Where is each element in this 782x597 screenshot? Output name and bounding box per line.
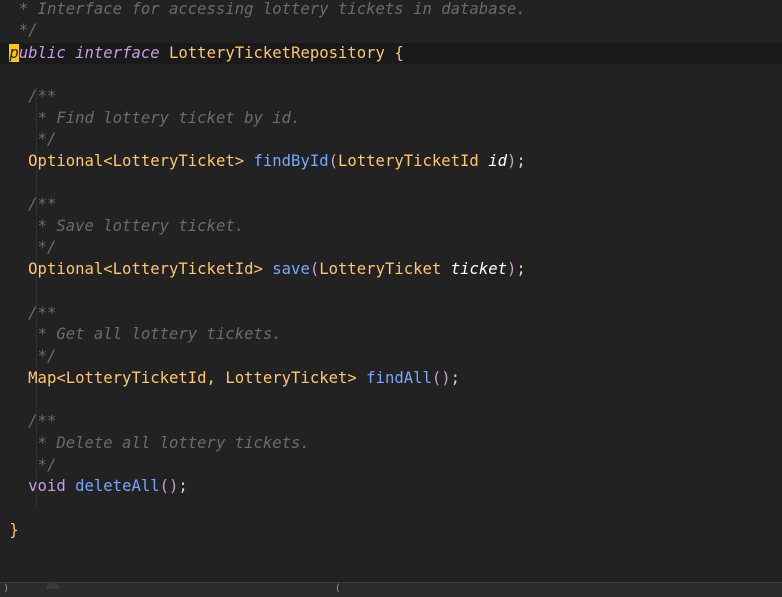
code-line: */	[0, 346, 782, 367]
method-name: findById	[253, 152, 329, 170]
brace: {	[394, 44, 404, 62]
current-line: public interface LotteryTicketRepository…	[0, 43, 782, 64]
doc-comment: /**	[28, 195, 57, 213]
paren: ()	[159, 477, 179, 495]
paren: (	[328, 152, 338, 170]
doc-comment: */	[37, 347, 57, 365]
doc-comment: * Save lottery ticket.	[37, 217, 245, 235]
doc-comment: * Get all lottery tickets.	[37, 325, 282, 343]
doc-comment: */	[37, 130, 57, 148]
param-type: LotteryTicket	[319, 260, 442, 278]
code-line: }	[0, 520, 782, 541]
code-line: * Save lottery ticket.	[0, 216, 782, 237]
return-type: Optional	[28, 152, 104, 170]
paren: )	[507, 152, 517, 170]
keyword: interface	[75, 44, 160, 62]
generic-type: <LotteryTicket>	[103, 152, 245, 170]
status-bar: ) (	[0, 582, 782, 597]
doc-comment: */	[37, 456, 57, 474]
method-name: deleteAll	[75, 477, 160, 495]
text-cursor: p	[9, 44, 19, 62]
code-line: */	[0, 129, 782, 150]
code-line: * Delete all lottery tickets.	[0, 433, 782, 454]
code-line: Map<LotteryTicketId, LotteryTicket> find…	[0, 368, 782, 389]
paren: ()	[431, 369, 451, 387]
code-line: * Find lottery ticket by id.	[0, 108, 782, 129]
generic-type: <LotteryTicketId>	[103, 260, 263, 278]
code-line: * Get all lottery tickets.	[0, 324, 782, 345]
doc-comment: * Find lottery ticket by id.	[37, 109, 301, 127]
generic-type: <LotteryTicketId, LotteryTicket>	[56, 369, 357, 387]
doc-comment: * Interface for accessing lottery ticket…	[18, 0, 526, 18]
param-name: ticket	[450, 260, 508, 278]
code-editor[interactable]: * Interface for accessing lottery ticket…	[0, 0, 782, 582]
code-line: void deleteAll();	[0, 476, 782, 497]
doc-comment: /**	[28, 304, 57, 322]
code-line: Optional<LotteryTicket> findById(Lottery…	[0, 151, 782, 172]
method-name: save	[272, 260, 310, 278]
code-line: /**	[0, 303, 782, 324]
method-name: findAll	[366, 369, 432, 387]
code-line: */	[0, 237, 782, 258]
code-line: */	[0, 455, 782, 476]
keyword: void	[28, 477, 66, 495]
doc-comment: */	[18, 21, 38, 39]
doc-comment: */	[37, 238, 57, 256]
code-line: */	[0, 20, 782, 41]
keyword: ublic	[18, 44, 66, 62]
doc-comment: /**	[28, 412, 57, 430]
semicolon: ;	[516, 260, 526, 278]
semicolon: ;	[178, 477, 188, 495]
status-indicator-icon	[46, 583, 60, 589]
param-type: LotteryTicketId	[338, 152, 479, 170]
code-line: * Interface for accessing lottery ticket…	[0, 0, 782, 20]
doc-comment: /**	[28, 87, 57, 105]
semicolon: ;	[450, 369, 461, 387]
closing-brace: }	[9, 521, 19, 539]
code-line: /**	[0, 411, 782, 432]
interface-name: LotteryTicketRepository	[169, 44, 385, 62]
paren: )	[507, 260, 517, 278]
param-name: id	[488, 152, 507, 170]
code-line: Optional<LotteryTicketId> save(LotteryTi…	[0, 259, 782, 280]
paren: (	[309, 260, 320, 278]
return-type: Map	[28, 369, 57, 387]
code-line: /**	[0, 194, 782, 215]
status-right-text: (	[336, 583, 340, 594]
doc-comment: * Delete all lottery tickets.	[37, 434, 310, 452]
return-type: Optional	[28, 260, 104, 278]
status-left-text: )	[4, 583, 8, 594]
semicolon: ;	[516, 152, 526, 170]
code-line: /**	[0, 86, 782, 107]
